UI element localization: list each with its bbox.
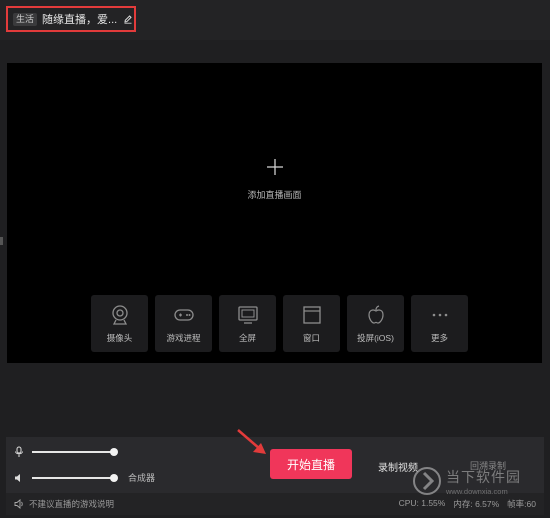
fps-value: 帧率:60 — [507, 499, 536, 509]
record-video-button[interactable]: 录制视频 — [378, 459, 418, 474]
category-tag: 生活 — [13, 12, 38, 26]
window-icon — [302, 305, 321, 324]
mixer-button[interactable]: 合成器 — [128, 471, 155, 484]
mic-row — [14, 446, 118, 458]
gamepad-icon — [173, 308, 194, 321]
mic-volume-slider[interactable] — [32, 448, 118, 456]
monitor-icon — [237, 305, 258, 324]
plus-icon — [266, 159, 283, 175]
source-game-button[interactable]: 游戏进程 — [155, 295, 212, 352]
source-label: 游戏进程 — [166, 332, 201, 343]
source-webcam-button[interactable]: 摄像头 — [91, 295, 148, 352]
system-stats: CPU: 1.55% 内存: 6.57% 帧率:60 — [399, 498, 536, 510]
speaker-volume-slider[interactable] — [32, 473, 118, 482]
source-label: 摄像头 — [106, 332, 133, 343]
speaker-note-icon — [14, 499, 23, 509]
slider-knob[interactable] — [110, 448, 118, 456]
cpu-usage: CPU: 1.55% — [398, 498, 446, 508]
game-warning-text[interactable]: 不建议直播的游戏说明 — [29, 498, 114, 510]
add-scene-label: 添加直播画面 — [247, 190, 302, 200]
source-ios-cast-button[interactable]: 投屏(iOS) — [347, 295, 404, 352]
source-label: 窗口 — [302, 332, 320, 343]
source-label: 投屏(iOS) — [357, 332, 394, 343]
microphone-icon[interactable] — [14, 446, 24, 458]
start-live-button[interactable]: 开始直播 — [270, 449, 352, 479]
annotation-arrow — [237, 429, 266, 454]
pencil-icon[interactable] — [123, 14, 133, 24]
more-icon — [432, 313, 447, 316]
control-panel: 合成器 开始直播 录制视频 回溯录制 — [6, 437, 544, 493]
slider-knob[interactable] — [110, 473, 118, 482]
apple-icon — [367, 304, 384, 324]
source-more-button[interactable]: 更多 — [411, 295, 468, 352]
source-label: 更多 — [430, 332, 448, 343]
memory-usage: 内存: 6.57% — [453, 499, 500, 509]
status-bar: 不建议直播的游戏说明 CPU: 1.55% 内存: 6.57% 帧率:60 — [6, 493, 544, 515]
top-bar: 生活 随缘直播，爱... — [0, 0, 550, 40]
stream-title[interactable]: 随缘直播，爱... — [42, 11, 117, 27]
replay-record-button[interactable]: 回溯录制 — [470, 459, 506, 472]
source-label: 全屏 — [238, 332, 256, 343]
stream-title-box[interactable]: 生活 随缘直播，爱... — [6, 6, 136, 32]
source-buttons: 摄像头 游戏进程 全屏 窗口 投屏(iOS) 更多 — [91, 295, 468, 352]
live-preview-canvas: 添加直播画面 摄像头 游戏进程 全屏 窗口 投屏(iOS) 更多 — [7, 63, 542, 363]
source-fullscreen-button[interactable]: 全屏 — [219, 295, 276, 352]
speaker-icon[interactable] — [14, 473, 24, 483]
resize-handle[interactable] — [0, 237, 3, 245]
game-warning-link[interactable]: 不建议直播的游戏说明 — [14, 498, 114, 510]
add-scene-button[interactable]: 添加直播画面 — [7, 158, 542, 201]
webcam-icon — [111, 304, 128, 325]
speaker-row: 合成器 — [14, 471, 155, 484]
live-app-window: 生活 随缘直播，爱... 添加直播画面 摄像头 游戏进程 全屏 窗口 投屏(iO… — [0, 0, 550, 518]
source-window-button[interactable]: 窗口 — [283, 295, 340, 352]
